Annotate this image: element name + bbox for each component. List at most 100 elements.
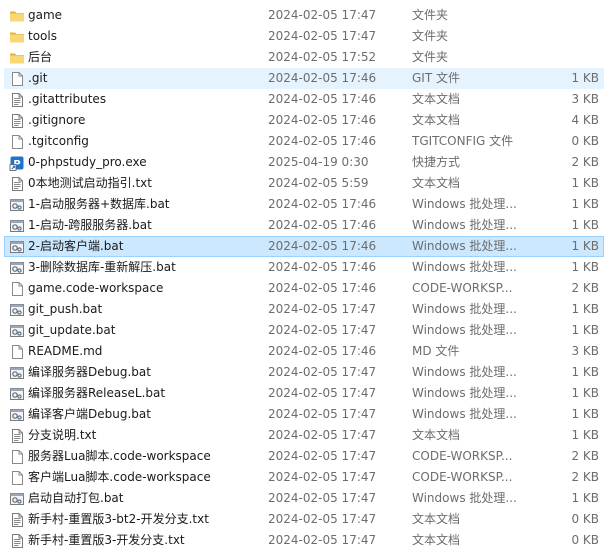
file-size: 0 KB <box>571 512 599 526</box>
file-row[interactable]: 后台 2024-02-05 17:52 文件夹 <box>4 47 604 68</box>
file-size: 1 KB <box>571 428 599 442</box>
file-size <box>529 27 599 46</box>
file-modified-date: 2024-02-05 17:47 <box>268 428 377 442</box>
folder-icon <box>9 8 25 24</box>
file-size: 1 KB <box>571 386 599 400</box>
file-modified-date: 2024-02-05 17:46 <box>268 344 377 358</box>
file-type: 文件夹 <box>412 29 449 43</box>
file-row[interactable]: 0本地测试启动指引.txt 2024-02-05 5:59 文本文档 1 KB <box>4 173 604 194</box>
file-row[interactable]: 3-删除数据库-重新解压.bat 2024-02-05 17:46 Windows … <box>4 257 604 278</box>
file-row[interactable]: 服务器Lua脚本.code-workspace 2024-02-05 17:47 C… <box>4 446 604 467</box>
file-modified-date: 2024-02-05 17:46 <box>268 92 377 106</box>
file-name: 1-启动服务器+数据库.bat <box>28 197 170 211</box>
file-row[interactable]: 编译服务器ReleaseL.bat 2024-02-05 17:47 Windows… <box>4 383 604 404</box>
file-row[interactable]: .gitignore 2024-02-05 17:46 文本文档 4 KB <box>4 110 604 131</box>
file-size <box>529 48 599 67</box>
file-type: 文件夹 <box>412 50 449 64</box>
file-row[interactable]: git_push.bat 2024-02-05 17:47 Windows 批处理.… <box>4 299 604 320</box>
file-name: .tgitconfig <box>28 134 89 148</box>
file-type: CODE-WORKSP... <box>412 449 513 463</box>
file-name: 编译服务器ReleaseL.bat <box>28 386 166 400</box>
file-size: 2 KB <box>571 470 599 484</box>
batch-file-icon <box>9 218 25 234</box>
shortcut-icon: P <box>9 155 25 171</box>
file-modified-date: 2024-02-05 17:47 <box>268 449 377 463</box>
file-type: 文本文档 <box>412 428 461 442</box>
file-row[interactable]: .tgitconfig 2024-02-05 17:46 TGITCONFIG 文件… <box>4 131 604 152</box>
file-type: Windows 批处理... <box>412 386 517 400</box>
file-type: 文本文档 <box>412 176 461 190</box>
batch-file-icon <box>9 197 25 213</box>
file-size: 1 KB <box>571 218 599 232</box>
text-file-icon <box>9 113 25 129</box>
file-name: 0-phpstudy_pro.exe <box>28 155 147 169</box>
file-row[interactable]: 2-启动客户端.bat 2024-02-05 17:46 Windows 批处理..… <box>4 236 604 257</box>
file-size: 4 KB <box>571 113 599 127</box>
file-row[interactable]: 1-启动-跨服服务器.bat 2024-02-05 17:46 Windows 批处… <box>4 215 604 236</box>
file-modified-date: 2024-02-05 17:47 <box>268 470 377 484</box>
file-modified-date: 2024-02-05 17:46 <box>268 239 377 253</box>
file-row[interactable]: 编译客户端Debug.bat 2024-02-05 17:47 Windows 批处… <box>4 404 604 425</box>
file-modified-date: 2024-02-05 17:47 <box>268 365 377 379</box>
file-size: 1 KB <box>571 239 599 253</box>
file-row[interactable]: 新手村-重置版3-bt2-开发分支.txt 2024-02-05 17:47 文本文… <box>4 509 604 530</box>
file-size: 1 KB <box>571 260 599 274</box>
batch-file-icon <box>9 365 25 381</box>
file-row[interactable]: tools 2024-02-05 17:47 文件夹 <box>4 26 604 47</box>
file-row[interactable]: .git 2024-02-05 17:46 GIT 文件 1 KB <box>4 68 604 89</box>
file-modified-date: 2024-02-05 17:47 <box>268 29 377 43</box>
file-row[interactable]: 新手村-重置版3-开发分支.txt 2024-02-05 17:47 文本文档 0 K… <box>4 530 604 551</box>
file-size: 1 KB <box>571 491 599 505</box>
file-size <box>529 6 599 25</box>
file-row[interactable]: 客户端Lua脚本.code-workspace 2024-02-05 17:47 C… <box>4 467 604 488</box>
file-type: 文本文档 <box>412 92 461 106</box>
file-modified-date: 2024-02-05 17:47 <box>268 407 377 421</box>
blank-file-icon <box>9 470 25 486</box>
file-row[interactable]: 编译服务器Debug.bat 2024-02-05 17:47 Windows 批处… <box>4 362 604 383</box>
blank-file-icon <box>9 344 25 360</box>
file-name: .gitignore <box>28 113 86 127</box>
file-list[interactable]: game 2024-02-05 17:47 文件夹 tools 2024-02-05 … <box>0 0 612 553</box>
folder-icon <box>9 50 25 66</box>
file-size: 0 KB <box>571 533 599 547</box>
file-name: git_push.bat <box>28 302 103 316</box>
file-name: 后台 <box>28 50 53 64</box>
file-row[interactable]: game.code-workspace 2024-02-05 17:46 CODE-… <box>4 278 604 299</box>
file-name: 客户端Lua脚本.code-workspace <box>28 470 211 484</box>
file-row[interactable]: game 2024-02-05 17:47 文件夹 <box>4 5 604 26</box>
file-size: 1 KB <box>571 176 599 190</box>
file-type: CODE-WORKSP... <box>412 470 513 484</box>
file-type: Windows 批处理... <box>412 365 517 379</box>
file-size: 1 KB <box>571 302 599 316</box>
file-name: 分支说明.txt <box>28 428 97 442</box>
file-modified-date: 2024-02-05 17:47 <box>268 8 377 22</box>
file-name: tools <box>28 29 57 43</box>
file-row[interactable]: P 0-phpstudy_pro.exe 2025-04-19 0:30 快捷方式 2… <box>4 152 604 173</box>
file-size: 2 KB <box>571 281 599 295</box>
file-size: 2 KB <box>571 155 599 169</box>
folder-icon <box>9 29 25 45</box>
file-type: Windows 批处理... <box>412 407 517 421</box>
file-size: 3 KB <box>571 92 599 106</box>
file-type: TGITCONFIG 文件 <box>412 134 514 148</box>
file-type: Windows 批处理... <box>412 197 517 211</box>
batch-file-icon <box>9 302 25 318</box>
file-modified-date: 2024-02-05 17:47 <box>268 386 377 400</box>
text-file-icon <box>9 92 25 108</box>
file-row[interactable]: git_update.bat 2024-02-05 17:47 Windows 批处… <box>4 320 604 341</box>
batch-file-icon <box>9 239 25 255</box>
batch-file-icon <box>9 491 25 507</box>
file-row[interactable]: .gitattributes 2024-02-05 17:46 文本文档 3 KB <box>4 89 604 110</box>
file-row[interactable]: 分支说明.txt 2024-02-05 17:47 文本文档 1 KB <box>4 425 604 446</box>
file-name: README.md <box>28 344 103 358</box>
file-name: .gitattributes <box>28 92 107 106</box>
file-type: CODE-WORKSP... <box>412 281 513 295</box>
file-type: 文本文档 <box>412 533 461 547</box>
file-type: 文本文档 <box>412 512 461 526</box>
file-row[interactable]: README.md 2024-02-05 17:46 MD 文件 3 KB <box>4 341 604 362</box>
file-size: 1 KB <box>571 323 599 337</box>
blank-file-icon <box>9 449 25 465</box>
file-row[interactable]: 1-启动服务器+数据库.bat 2024-02-05 17:46 Windows 批… <box>4 194 604 215</box>
file-row[interactable]: 启动自动打包.bat 2024-02-05 17:47 Windows 批处理...… <box>4 488 604 509</box>
text-file-icon <box>9 512 25 528</box>
